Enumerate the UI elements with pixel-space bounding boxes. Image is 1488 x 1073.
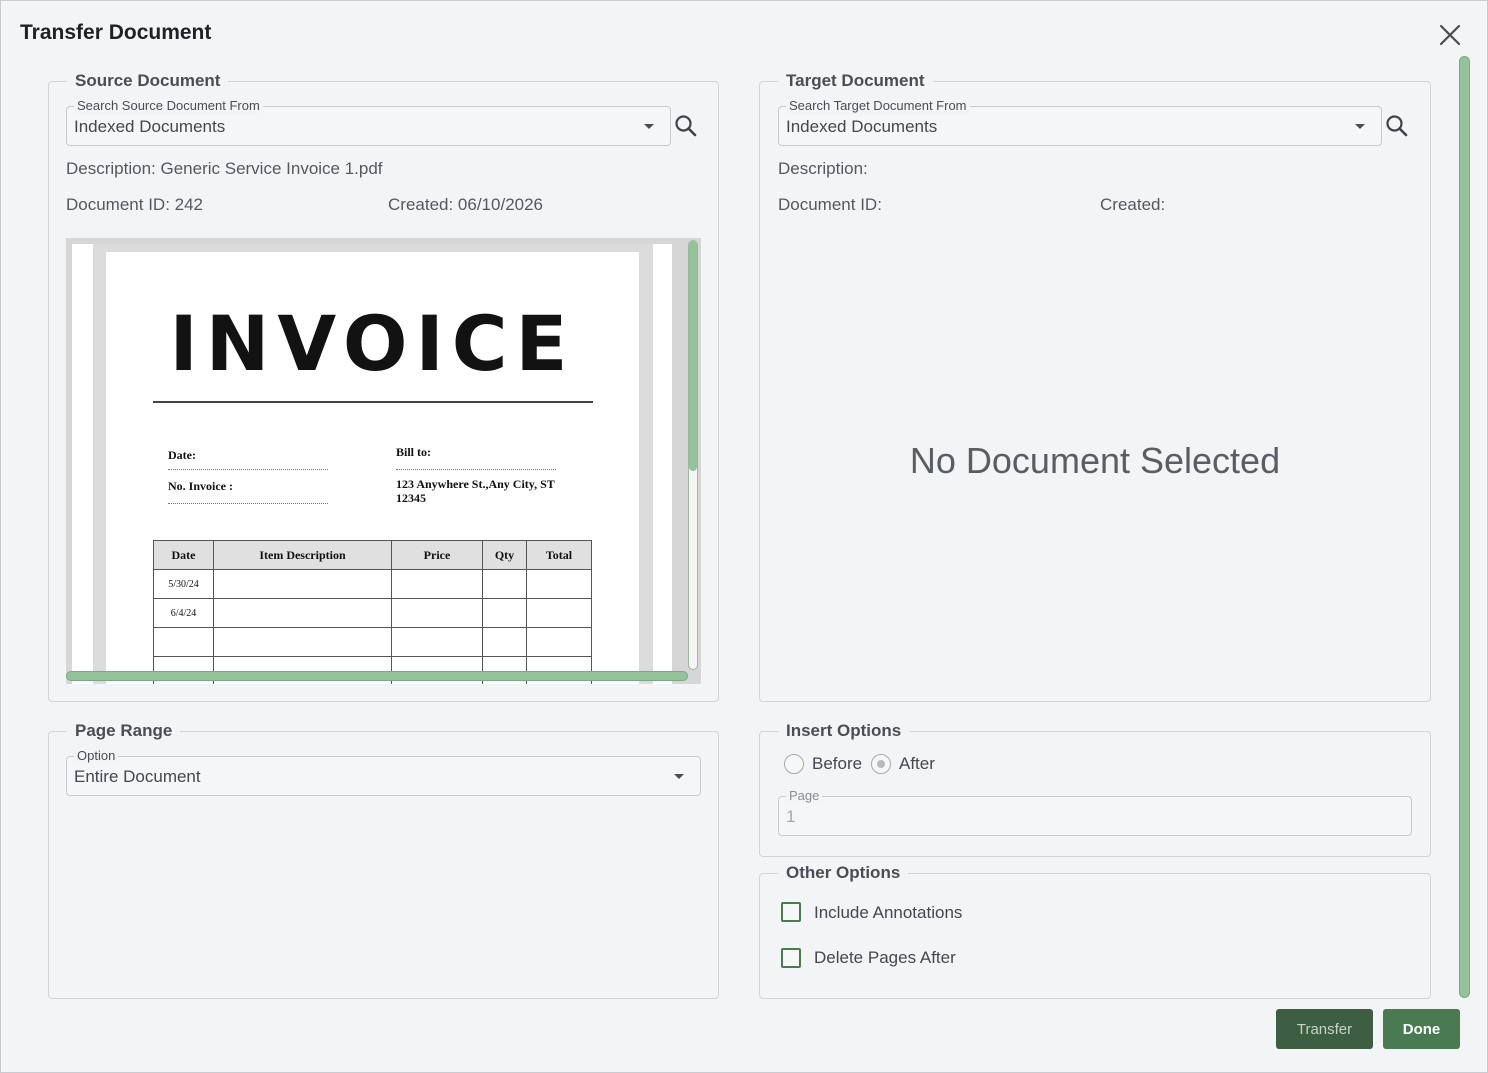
invoice-page: INVOICE Date: No. Invoice : Bill to: 123…: [106, 252, 639, 684]
target-document-id: Document ID:: [778, 195, 882, 214]
table-row: 5/30/24: [153, 569, 592, 599]
chevron-down-icon: [674, 774, 684, 779]
before-radio-label[interactable]: Before: [812, 754, 862, 774]
insert-options-group: Insert Options: [759, 721, 1431, 857]
page-number-label: Page: [786, 788, 823, 804]
page-range-option-value: Entire Document: [74, 767, 201, 786]
invoice-date-label: Date:: [168, 448, 196, 462]
before-radio[interactable]: [784, 754, 804, 774]
bill-to-address: 123 Anywhere St.,Any City, ST 12345: [396, 477, 555, 505]
table-header: Total: [526, 540, 592, 570]
invoice-title: INVOICE: [169, 299, 576, 388]
source-search-select[interactable]: Search Source Document From Indexed Docu…: [66, 98, 671, 146]
table-header: Item Description: [213, 540, 392, 570]
no-document-message: No Document Selected: [909, 440, 1281, 481]
transfer-button[interactable]: Transfer: [1276, 1009, 1373, 1049]
divider: [153, 401, 593, 403]
done-button[interactable]: Done: [1383, 1009, 1460, 1049]
source-search-value: Indexed Documents: [74, 117, 226, 136]
include-annotations-checkbox[interactable]: [781, 902, 801, 922]
document-preview[interactable]: INVOICE Date: No. Invoice : Bill to: 123…: [66, 238, 701, 684]
dialog-title: Transfer Document: [20, 21, 212, 44]
source-document-legend: Source Document: [75, 71, 221, 90]
page-range-option-label: Option: [74, 748, 119, 764]
source-search-icon[interactable]: [673, 113, 699, 139]
insert-options-legend: Insert Options: [786, 721, 902, 740]
delete-pages-after-checkbox[interactable]: [781, 948, 801, 968]
after-radio-label[interactable]: After: [899, 754, 935, 774]
target-document-legend: Target Document: [786, 71, 925, 90]
target-search-select[interactable]: Search Target Document From Indexed Docu…: [778, 98, 1382, 146]
invoice-number-label: No. Invoice :: [168, 479, 233, 493]
other-options-legend: Other Options: [786, 863, 901, 882]
table-row: [153, 627, 592, 657]
chevron-down-icon: [1355, 124, 1365, 129]
table-header: Date: [153, 540, 214, 570]
preview-vertical-scrollbar[interactable]: [688, 240, 698, 670]
page-range-option-select[interactable]: Option Entire Document: [66, 748, 701, 796]
source-created: Created: 06/10/2026: [388, 195, 544, 214]
target-search-label: Search Target Document From: [786, 98, 970, 114]
source-description: Description: Generic Service Invoice 1.p…: [66, 159, 383, 178]
page-number-input[interactable]: Page 1: [778, 788, 1412, 836]
dialog-vertical-scrollbar[interactable]: [1459, 56, 1470, 998]
target-description: Description:: [778, 159, 868, 178]
close-icon[interactable]: [1436, 21, 1464, 49]
chevron-down-icon: [644, 124, 654, 129]
source-search-label: Search Source Document From: [74, 98, 263, 114]
preview-vertical-scroll-thumb[interactable]: [689, 241, 697, 471]
transfer-document-dialog: Transfer Document Source Document Search…: [0, 0, 1488, 1073]
bill-to-label: Bill to:: [396, 445, 431, 459]
table-header: Price: [391, 540, 483, 570]
page-number-value: 1: [786, 807, 796, 826]
table-header: Qty: [482, 540, 527, 570]
target-search-value: Indexed Documents: [786, 117, 938, 136]
other-options-group: Other Options: [759, 863, 1431, 999]
target-created: Created:: [1100, 195, 1166, 214]
page-range-legend: Page Range: [75, 721, 173, 740]
table-row: 6/4/24: [153, 598, 592, 628]
invoice-table: Date Item Description Price Qty Total 5/…: [153, 540, 592, 684]
delete-pages-after-label[interactable]: Delete Pages After: [814, 948, 956, 968]
target-search-icon[interactable]: [1384, 113, 1410, 139]
include-annotations-label[interactable]: Include Annotations: [814, 903, 962, 923]
source-document-id: Document ID: 242: [66, 195, 204, 214]
preview-horizontal-scrollbar[interactable]: [66, 671, 688, 681]
after-radio[interactable]: [871, 754, 891, 774]
